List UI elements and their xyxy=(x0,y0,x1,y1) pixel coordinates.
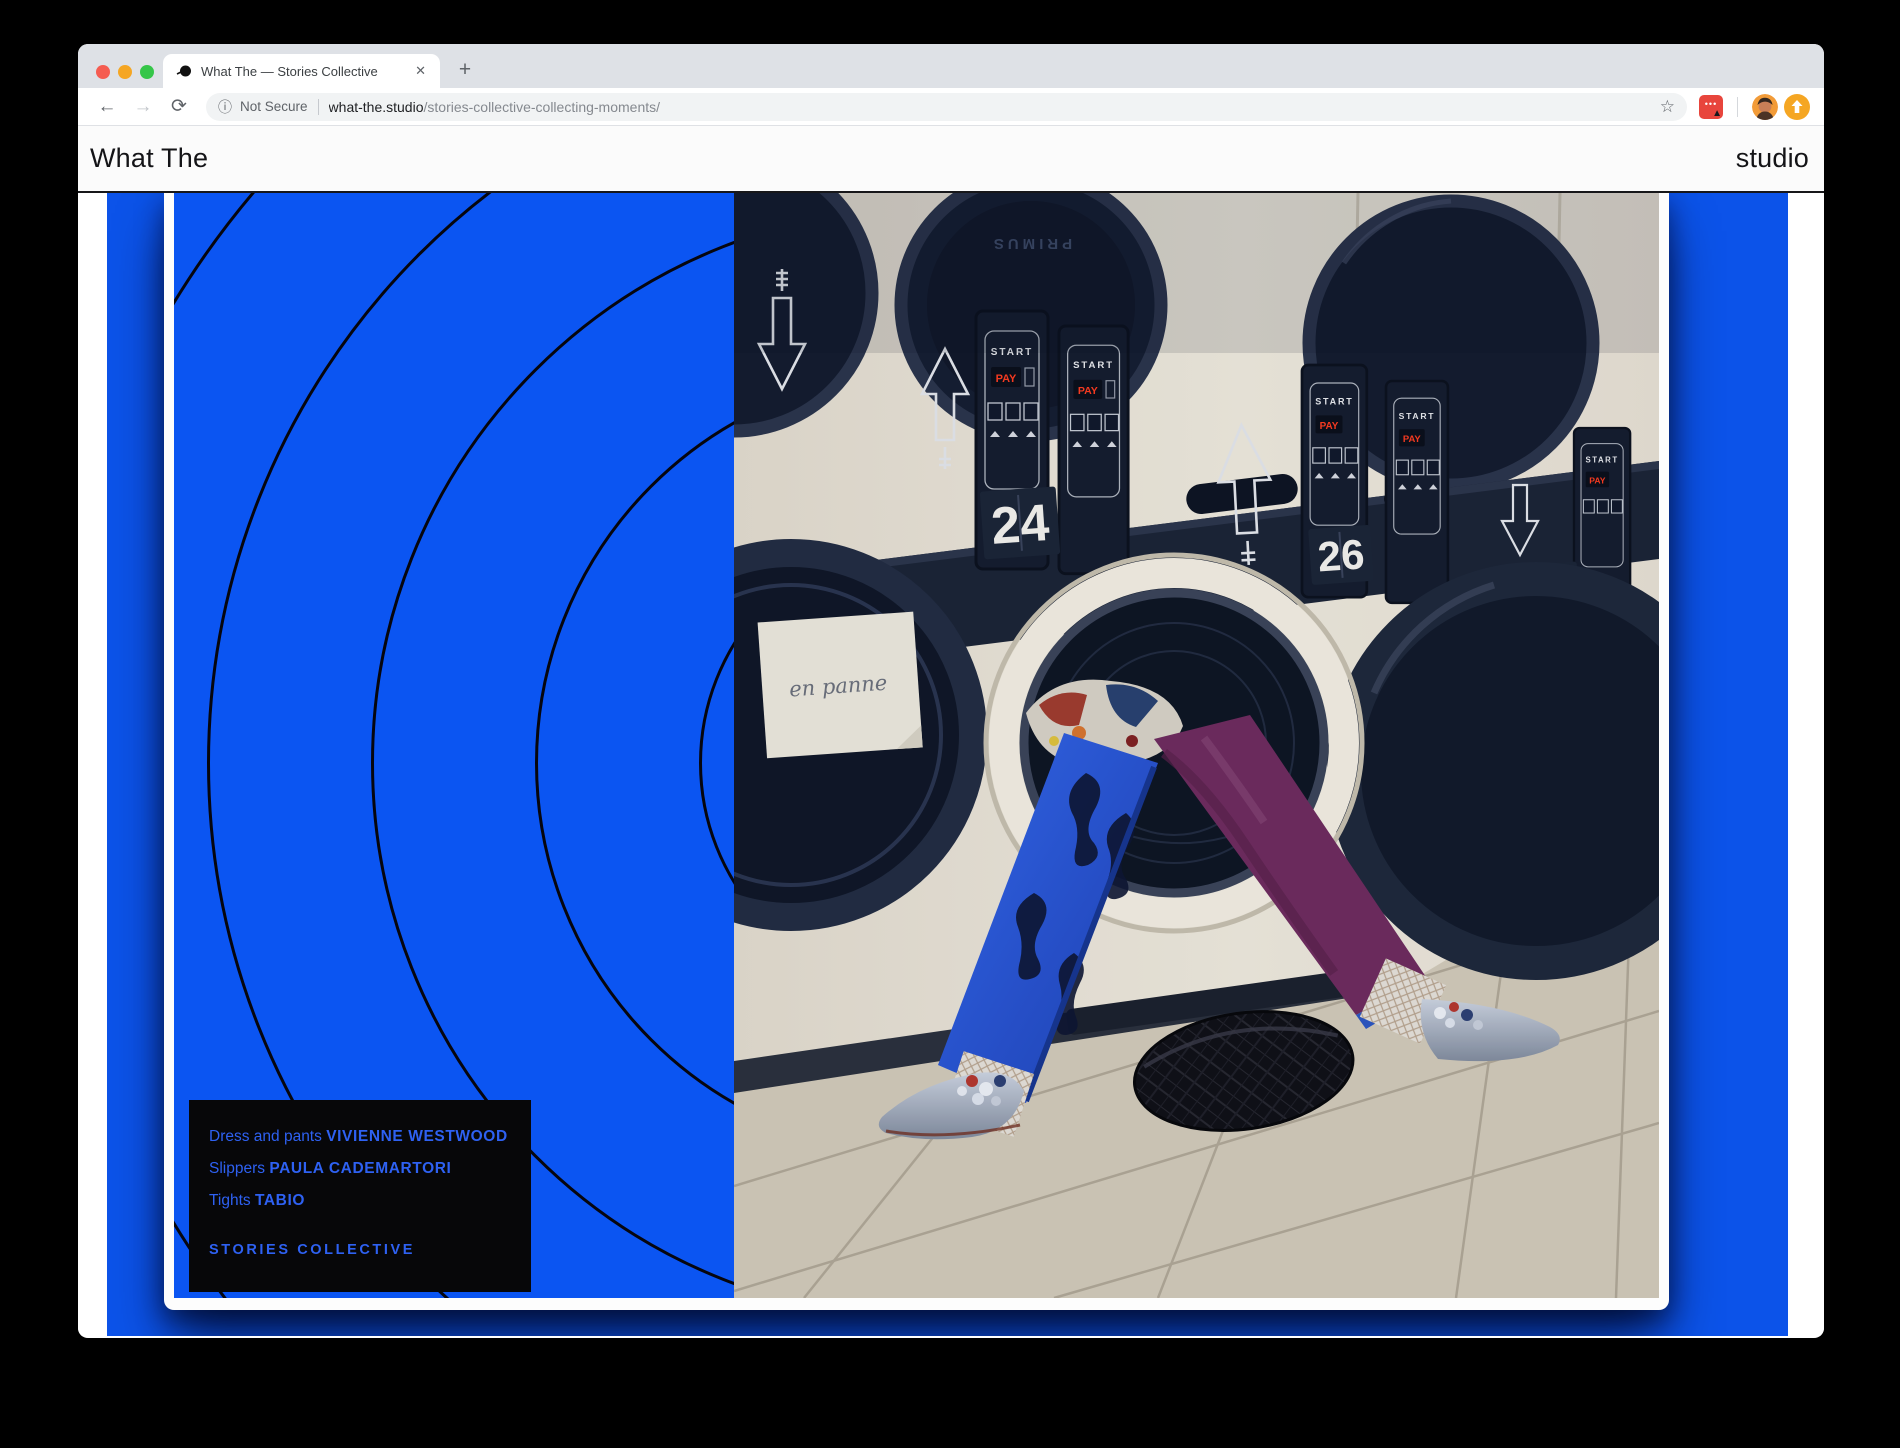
new-tab-button[interactable]: + xyxy=(450,55,480,85)
page-viewport: Dress and pants VIVIENNE WESTWOOD Slippe… xyxy=(78,193,1824,1336)
browser-window: What The — Stories Collective ✕ + ← → ⟳ … xyxy=(78,44,1824,1338)
url-text: what-the.studio/stories-collective-colle… xyxy=(329,99,1652,115)
address-bar[interactable]: ⓘ Not Secure what-the.studio/stories-col… xyxy=(206,93,1687,121)
bookmark-star-icon[interactable]: ☆ xyxy=(1660,97,1675,117)
caption-brand: TABIO xyxy=(255,1192,305,1209)
url-path: /stories-collective-collecting-moments/ xyxy=(424,99,661,115)
caption-brand: VIVIENNE WESTWOOD xyxy=(326,1128,508,1145)
zoom-window-button[interactable] xyxy=(140,65,154,79)
caption-prefix: Tights xyxy=(209,1192,255,1209)
url-host: what-the.studio xyxy=(329,99,424,115)
omnibox-divider xyxy=(318,99,319,115)
artwork: Dress and pants VIVIENNE WESTWOOD Slippe… xyxy=(174,193,1659,1298)
caption-credit: STORIES COLLECTIVE xyxy=(209,1242,511,1258)
extension-dots-icon: ••• xyxy=(1705,99,1717,109)
avatar-illustration-icon xyxy=(1752,94,1778,120)
back-icon[interactable]: ← xyxy=(92,92,122,122)
artwork-card: Dress and pants VIVIENNE WESTWOOD Slippe… xyxy=(164,193,1669,1310)
tab-close-icon[interactable]: ✕ xyxy=(411,61,430,81)
reload-icon[interactable]: ⟳ xyxy=(164,92,194,122)
security-label: Not Secure xyxy=(240,99,308,114)
arrow-up-icon xyxy=(1791,100,1803,113)
forward-icon[interactable]: → xyxy=(128,92,158,122)
caption-box: Dress and pants VIVIENNE WESTWOOD Slippe… xyxy=(189,1100,531,1292)
site-header: What The studio xyxy=(78,126,1824,193)
laundromat-photo: PRIMUS xyxy=(734,193,1659,1298)
close-window-button[interactable] xyxy=(96,65,110,79)
tab-stories-collective[interactable]: What The — Stories Collective ✕ xyxy=(163,54,440,88)
info-icon[interactable]: ⓘ xyxy=(218,97,232,117)
minimize-window-button[interactable] xyxy=(118,65,132,79)
concentric-circles-panel: Dress and pants VIVIENNE WESTWOOD Slippe… xyxy=(174,193,734,1298)
tab-title: What The — Stories Collective xyxy=(201,64,411,79)
favicon-dot-icon xyxy=(176,63,192,79)
browser-toolbar: ← → ⟳ ⓘ Not Secure what-the.studio/stori… xyxy=(78,88,1824,126)
caption-prefix: Dress and pants xyxy=(209,1128,326,1145)
caption-brand: PAULA CADEMARTORI xyxy=(269,1160,451,1177)
update-button[interactable] xyxy=(1784,94,1810,120)
site-logo-right[interactable]: studio xyxy=(1736,143,1809,174)
caption-line: Tights TABIO xyxy=(209,1185,511,1217)
profile-avatar[interactable] xyxy=(1752,94,1778,120)
laundromat-illustration: PRIMUS xyxy=(734,193,1659,1298)
extension-button[interactable]: ••• ▲ xyxy=(1699,95,1723,119)
toolbar-divider xyxy=(1737,97,1738,117)
caption-line: Slippers PAULA CADEMARTORI xyxy=(209,1153,511,1185)
caption-line: Dress and pants VIVIENNE WESTWOOD xyxy=(209,1121,511,1153)
tab-strip: What The — Stories Collective ✕ + xyxy=(78,44,1824,88)
site-logo-left[interactable]: What The xyxy=(90,143,208,174)
extension-warning-icon: ▲ xyxy=(1712,109,1722,119)
caption-prefix: Slippers xyxy=(209,1160,269,1177)
